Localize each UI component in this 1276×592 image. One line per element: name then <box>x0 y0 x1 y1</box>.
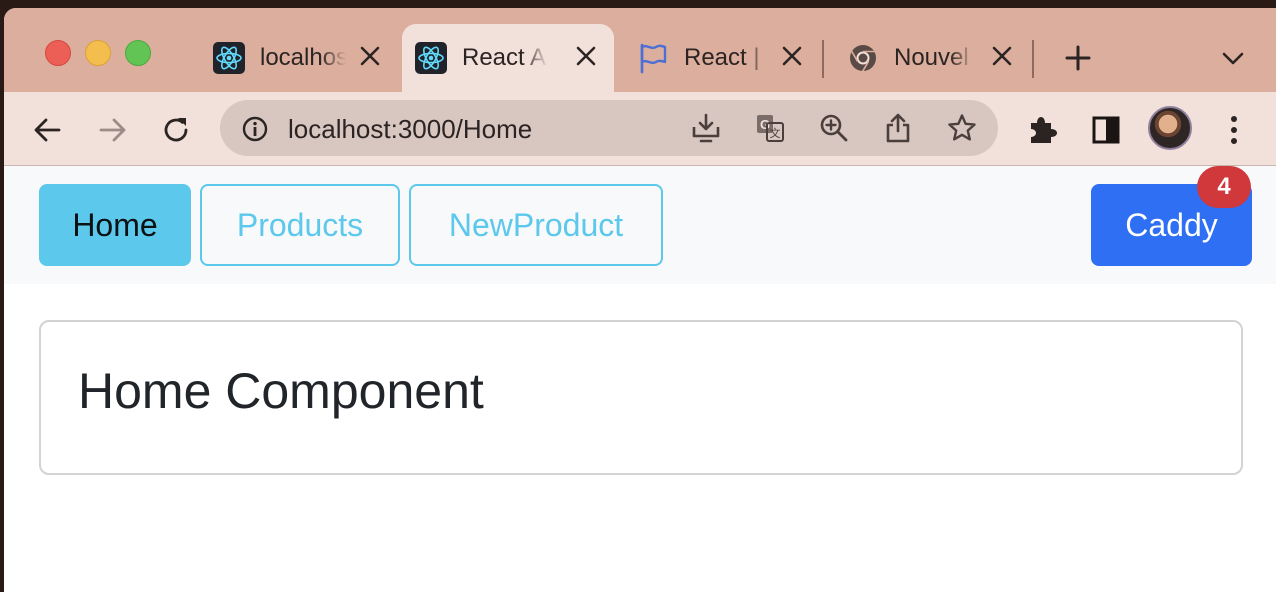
tab-react-app[interactable]: React App <box>402 24 614 92</box>
home-card: Home Component <box>39 320 1243 475</box>
tab-localhost[interactable]: localhost <box>200 24 398 92</box>
tab-strip: localhost React App <box>4 8 1276 92</box>
card-title: Home Component <box>78 363 484 419</box>
browser-window: localhost React App <box>4 8 1276 592</box>
tab-react[interactable]: React | <box>624 24 820 92</box>
new-tab-icon[interactable] <box>1062 42 1094 74</box>
close-window-button[interactable] <box>45 40 71 66</box>
new-product-button[interactable]: NewProduct <box>409 184 663 266</box>
tab-title: React | <box>684 44 760 71</box>
back-arrow-icon[interactable] <box>30 112 66 148</box>
browser-toolbar: localhost:3000/Home G 文 <box>4 92 1276 166</box>
home-button[interactable]: Home <box>39 184 191 266</box>
install-app-icon[interactable] <box>690 112 722 144</box>
close-tab-icon[interactable] <box>574 44 598 68</box>
share-icon[interactable] <box>882 112 914 144</box>
flag-icon <box>636 41 670 75</box>
extensions-icon[interactable] <box>1024 112 1060 148</box>
app-navbar: Home Products NewProduct Caddy 4 <box>4 166 1276 284</box>
page-content: Home Products NewProduct Caddy 4 Home Co… <box>4 166 1276 592</box>
tab-title: React App <box>462 44 548 71</box>
zoom-icon[interactable] <box>818 112 850 144</box>
profile-avatar[interactable] <box>1148 106 1192 150</box>
tab-title: localhost <box>260 44 346 71</box>
translate-icon[interactable]: G 文 <box>754 112 786 144</box>
react-icon <box>414 41 448 75</box>
close-tab-icon[interactable] <box>780 44 804 68</box>
products-button[interactable]: Products <box>200 184 400 266</box>
react-icon <box>212 41 246 75</box>
chevron-down-icon[interactable] <box>1219 46 1247 70</box>
caddy-count-badge: 4 <box>1197 166 1251 208</box>
tab-separator <box>822 40 824 78</box>
maximize-window-button[interactable] <box>125 40 151 66</box>
close-tab-icon[interactable] <box>990 44 1014 68</box>
site-info-icon[interactable] <box>240 114 270 144</box>
close-tab-icon[interactable] <box>358 44 382 68</box>
bookmark-star-icon[interactable] <box>946 112 978 144</box>
minimize-window-button[interactable] <box>85 40 111 66</box>
svg-text:文: 文 <box>770 126 781 140</box>
url-text: localhost:3000/Home <box>288 114 533 144</box>
tab-nouvel[interactable]: Nouvel <box>834 24 1030 92</box>
tab-title: Nouvel <box>894 44 969 71</box>
tab-separator <box>1032 40 1034 78</box>
reload-icon[interactable] <box>158 112 194 148</box>
address-bar[interactable]: localhost:3000/Home G 文 <box>220 100 998 156</box>
forward-arrow-icon[interactable] <box>94 112 130 148</box>
more-menu-icon[interactable] <box>1216 112 1252 148</box>
side-panel-icon[interactable] <box>1088 112 1124 148</box>
chrome-icon <box>846 41 880 75</box>
